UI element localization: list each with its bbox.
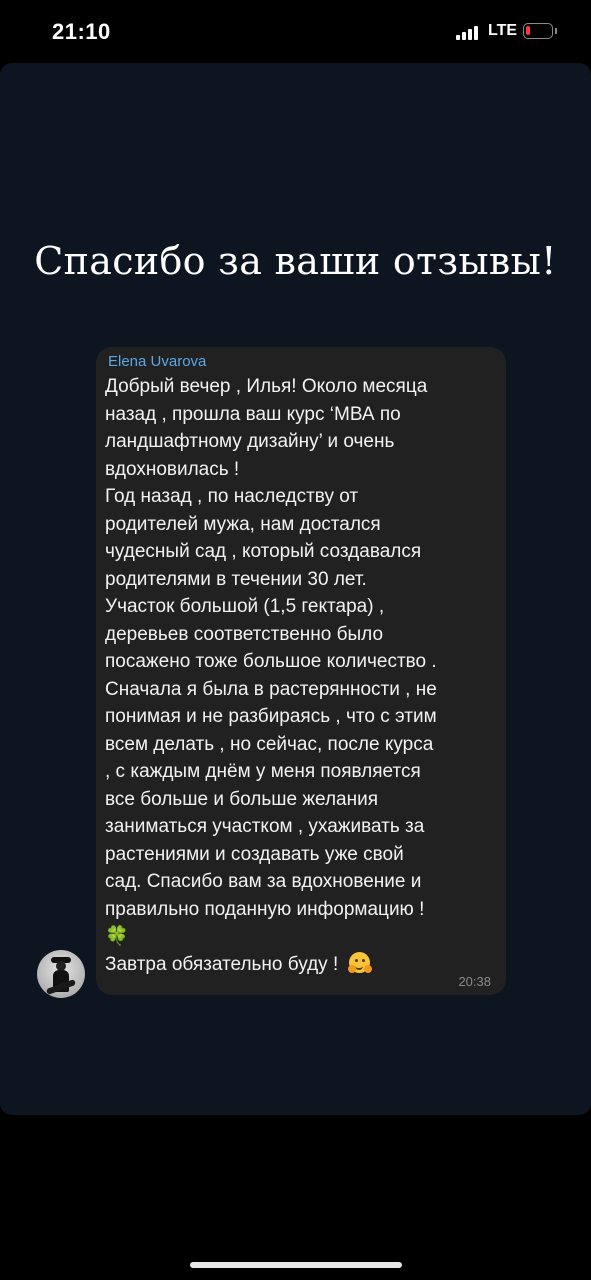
story-card: Спасибо за ваши отзывы! Elena Uvarova До… bbox=[0, 63, 591, 1115]
message-time: 20:38 bbox=[458, 974, 491, 989]
message-last-line: Завтра обязательно буду ! bbox=[105, 953, 344, 975]
hugging-face-emoji bbox=[347, 951, 372, 974]
battery-icon bbox=[523, 23, 553, 39]
sender-avatar[interactable] bbox=[37, 950, 85, 998]
status-time: 21:10 bbox=[52, 19, 111, 44]
status-bar: 21:10 LTE bbox=[0, 0, 591, 64]
message-body: Добрый вечер , Илья! Около месяца назад … bbox=[105, 373, 501, 978]
story-headline: Спасибо за ваши отзывы! bbox=[34, 239, 557, 283]
network-type: LTE bbox=[488, 22, 518, 39]
home-indicator[interactable] bbox=[190, 1262, 402, 1268]
message-text: Добрый вечер , Илья! Около месяца назад … bbox=[105, 376, 437, 947]
sender-name[interactable]: Elena Uvarova bbox=[108, 353, 206, 370]
battery-cap bbox=[555, 28, 557, 34]
message-bubble[interactable]: Elena Uvarova Добрый вечер , Илья! Около… bbox=[96, 347, 506, 995]
signal-icon bbox=[456, 24, 482, 40]
